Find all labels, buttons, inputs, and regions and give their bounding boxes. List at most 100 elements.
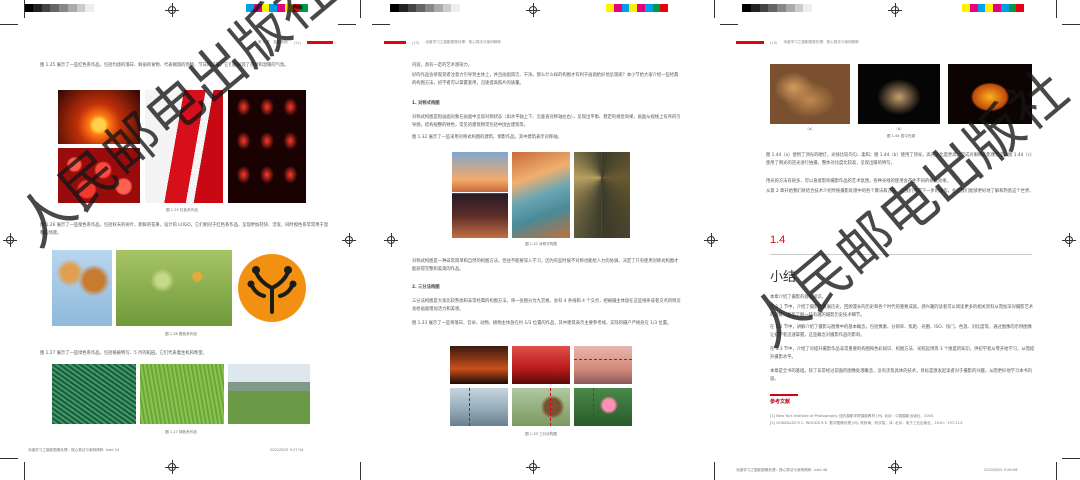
- registration-mark-icon: [165, 460, 179, 474]
- footer-timestamp: 2022/8/25 9:28:08: [984, 468, 1018, 472]
- middle-page: (13) 深度学习之摄影图像处理：核心算法与案例精粹 内容，具有一定的艺术感染力…: [384, 30, 696, 462]
- symmetry-axis: [601, 152, 602, 238]
- lotus-photo: [574, 388, 632, 426]
- crop-mark: [1062, 24, 1080, 25]
- paragraph: 对称式构图是一种非常简单和自然的构图方法，但往不能要深入学习，因为有些时候不对称…: [412, 259, 679, 273]
- paragraph: 对称式构图是指画面对象在画面中呈现对称状态（如水平轴上下、沿垂直对称轴左右），呈…: [412, 115, 681, 129]
- escalator-photo: [574, 152, 630, 238]
- running-header: (13) 深度学习之摄影图像处理：核心算法与案例精粹: [384, 40, 501, 45]
- pink-sky-photo: [574, 346, 632, 384]
- canyon-reflection-photo: [512, 152, 570, 238]
- color-bar-right: [742, 4, 812, 12]
- paragraph: 图 1.26 展示了一些橙色系作品，包括秋天的树叶、新鲜的花果，设计的 LOGO…: [40, 223, 329, 237]
- paragraph: 用光的方法有很多，可以直接影响摄影作品的艺术氛围，各种光线的使用会产生不同的视觉…: [766, 179, 951, 184]
- strawberries-photo: [58, 148, 140, 203]
- crop-mark: [1056, 462, 1057, 480]
- header-accent-bar: [307, 41, 334, 44]
- chapter-label: 第 1 章 摄影基础: [258, 40, 288, 44]
- section-heading: 2. 三分法构图: [412, 285, 440, 290]
- figure-caption: 图 1.27 绿色系作品: [165, 430, 197, 434]
- paragraph: 好的作品会将观赏者注意力引导到主体上，并且画面简洁、干净。那么什么样的构图才有利…: [412, 73, 679, 87]
- tower-reflection-photo: [452, 194, 508, 238]
- autumn-tree-photo: [52, 250, 112, 326]
- registration-mark-icon: [165, 3, 179, 17]
- lit-cat-face-photo: [858, 64, 940, 124]
- paragraph: 在 1.3 节中，介绍了对提升摄影作品非常重要的构图和色彩知识、构图方法、光照运…: [770, 347, 1035, 361]
- color-bar-mid: [390, 4, 460, 12]
- crop-mark: [360, 462, 361, 480]
- left-page: 第 1 章 摄影基础 (12) 图 1.25 展示了一些红色系作品，包括灼烧的落…: [24, 30, 360, 462]
- registration-mark-icon: [3, 233, 17, 247]
- subfigure-label-b: （b）: [894, 127, 904, 131]
- right-page: (13) 深度学习之摄影图像处理：核心算法与案例精粹 （a） （b） （c） 图…: [736, 30, 1056, 472]
- orange-circuit-logo-icon: [238, 254, 306, 322]
- registration-mark-icon: [526, 3, 540, 17]
- crop-mark: [1062, 458, 1080, 459]
- crop-mark: [360, 0, 361, 18]
- paragraph: 在 1.2 节中，讲解介绍了摄影与图像中的基本概念，包括像素、分辨率、焦距、光圈…: [770, 325, 1032, 339]
- footer-timestamp: 2022/8/25 9:27:34: [270, 448, 304, 452]
- crop-mark: [714, 0, 715, 18]
- registration-mark-icon: [1062, 233, 1076, 247]
- registration-mark-icon: [704, 233, 718, 247]
- paragraph: 图 1.27 展示了一些绿色系作品，包括植被特写、5 月的稻田。它们代表着生机和…: [40, 351, 207, 356]
- color-bar-left: [24, 4, 94, 12]
- paragraph: 图 1.25 展示了一些红色系作品，包括灼烧的落日、鲜丽的食物、代表贼瑞的饰物、…: [40, 63, 289, 68]
- paragraph: 内容，具有一定的艺术感染力。: [412, 63, 473, 68]
- figure-caption: 图 1.33 三分法构图: [525, 432, 557, 436]
- registration-mark-icon: [526, 460, 540, 474]
- red-ribbon-photo: [145, 90, 223, 203]
- registration-mark-icon: [888, 3, 902, 17]
- section-divider: [770, 254, 1032, 255]
- running-header: 第 1 章 摄影基础 (12): [258, 40, 358, 45]
- crop-mark: [714, 462, 715, 480]
- subfigure-label-c: （c）: [985, 127, 995, 131]
- fern-photo: [52, 364, 136, 424]
- page-number: (13): [770, 40, 778, 45]
- paragraph: 图 1.33 展示了一些将落日、云朵、动物、植物主体放在约 1/3 位置的作品，…: [412, 321, 672, 326]
- figure-caption: 图 1.26 橙色系作品: [165, 332, 197, 336]
- sunset-thirds-photo: [450, 346, 508, 384]
- subfigure-label-a: （a）: [805, 127, 815, 131]
- orange-logo-image: [234, 252, 310, 324]
- header-accent-bar: [736, 41, 764, 44]
- book-title: 深度学习之摄影图像处理：核心算法与案例精粹: [425, 40, 501, 44]
- figure-caption: 图 1.44 居中光源: [886, 134, 916, 138]
- figure-caption: 图 1.32 对称式构图: [525, 242, 557, 246]
- section-heading: 1. 对称式构图: [412, 101, 440, 106]
- paragraph: 图 1.32 展示了一些采用对称式构图的建筑、倒影作品，其中建筑表示对称轴。: [412, 135, 562, 140]
- rice-field-photo: [140, 364, 224, 424]
- cat-photo: [770, 64, 850, 124]
- section-number: 1.4: [770, 234, 786, 246]
- tower-photo: [452, 152, 508, 192]
- running-header: (13) 深度学习之摄影图像处理：核心算法与案例精粹: [736, 40, 859, 45]
- paragraph: 三分法构图是大家比较熟悉和非常经典的构图方法，将一张图分为九宫格，会有 4 条线…: [412, 299, 681, 313]
- footer-filename: 深度学习之摄影图像处理：核心算法与案例精粹 .indd 24: [28, 448, 120, 452]
- crop-mark: [0, 458, 18, 459]
- paddy-landscape-photo: [228, 364, 310, 424]
- crop-mark: [1056, 0, 1057, 18]
- crop-mark: [372, 24, 390, 25]
- crop-mark: [24, 0, 25, 18]
- book-title: 深度学习之摄影图像处理：核心算法与案例精粹: [783, 40, 859, 44]
- animal-photo: [512, 388, 570, 426]
- page-number: (13): [412, 40, 420, 45]
- paragraph: 本章介绍了摄影的基础知识。: [770, 295, 826, 300]
- dandelion-photo: [116, 250, 232, 326]
- red-sky-photo: [512, 346, 570, 384]
- footer-filename: 深度学习之摄影图像处理：核心算法与案例精粹 .indd 46: [736, 468, 828, 472]
- header-accent-bar: [384, 41, 406, 44]
- sunset-photo: [58, 90, 140, 144]
- references-heading: 参考文献: [770, 399, 791, 405]
- mountain-photo: [450, 388, 508, 426]
- crop-mark: [0, 24, 18, 25]
- paragraph: 本章是全书的基础，除了非常经过前面的图像处理概念，没有涉及具体的技术，目标是激发…: [770, 369, 1033, 383]
- color-bar-left-2: [246, 4, 308, 12]
- sweet-potato-photo: [948, 64, 1032, 124]
- paragraph: 从第 2 章开始我们将结合技术介绍传统摄影处理中的各个算法和方法，让我们把握下一…: [766, 189, 1034, 194]
- color-bar-mid-2: [606, 4, 668, 12]
- figure-caption: 图 1.25 红色系作品: [166, 208, 198, 212]
- section-title: 小结: [770, 270, 797, 285]
- symmetry-axis: [452, 193, 508, 194]
- paragraph: 图 1.44（a）使用了顶光的硬灯，光线比较均匀、柔和；图 1.44（b）使用了…: [766, 153, 1035, 167]
